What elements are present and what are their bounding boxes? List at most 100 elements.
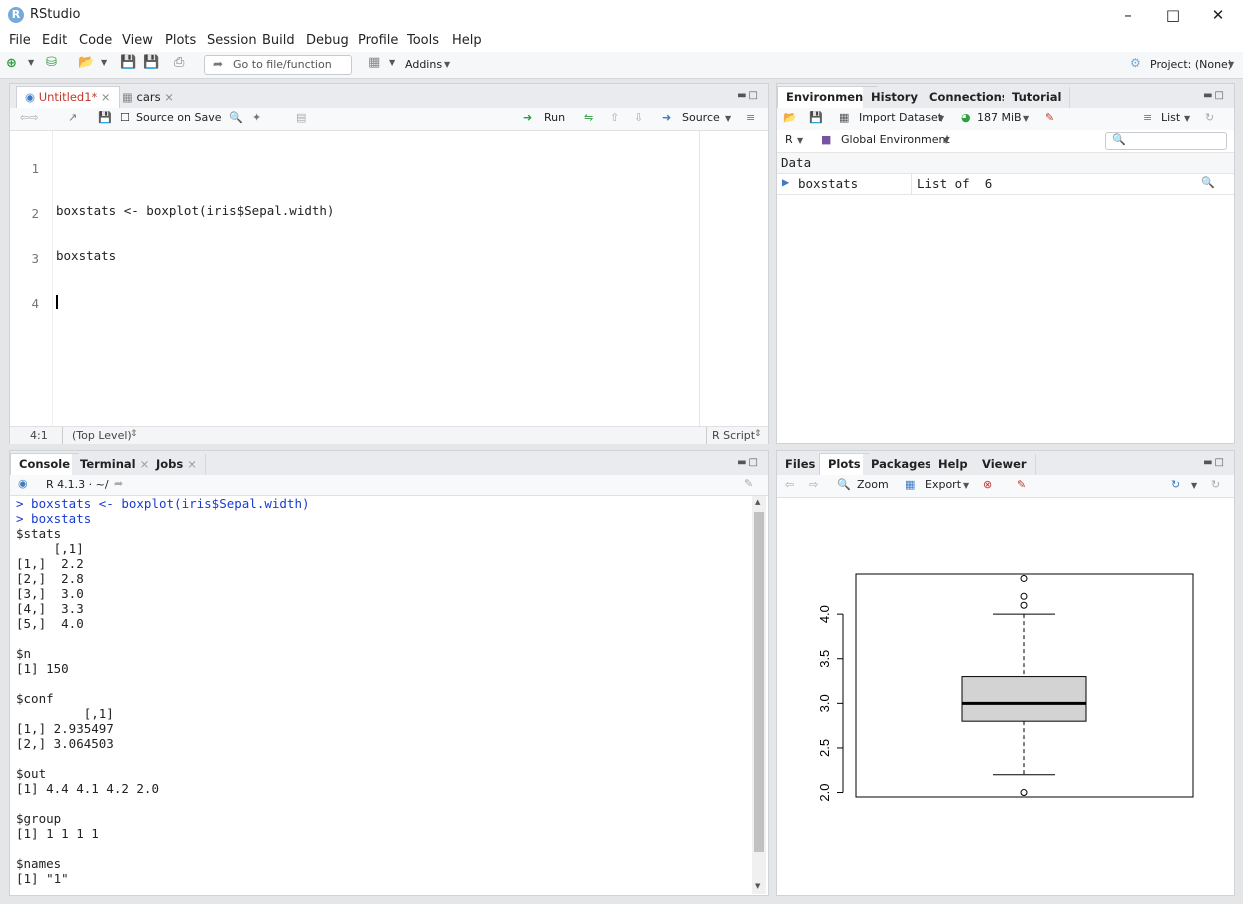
menu-session[interactable]: Session <box>207 33 257 48</box>
view-object-search-icon[interactable]: 🔍 <box>1201 176 1215 189</box>
tab-untitled1[interactable]: ◉ Untitled1* × <box>16 86 120 108</box>
goto-file-input[interactable]: ➦ Go to file/function <box>204 55 352 75</box>
import-dataset-button[interactable]: Import Dataset <box>859 111 942 124</box>
export-dropdown-icon[interactable]: ▼ <box>963 481 969 490</box>
go-down-icon[interactable]: ⇩ <box>634 111 643 124</box>
addins-dropdown-icon[interactable]: ▼ <box>444 60 450 69</box>
menu-help[interactable]: Help <box>452 33 482 48</box>
new-project-icon[interactable]: ⛁ <box>46 55 57 70</box>
language-dropdown-icon[interactable]: ▼ <box>797 136 803 145</box>
publish-icon[interactable]: ↻ <box>1171 478 1180 491</box>
layout-dropdown-icon[interactable]: ▼ <box>389 58 395 67</box>
expand-object-icon[interactable]: ▶ <box>782 175 789 189</box>
zoom-button[interactable]: Zoom <box>857 478 889 491</box>
console-output[interactable]: > boxstats <- boxplot(iris$Sepal.width) >… <box>16 496 746 891</box>
maximize-button[interactable]: □ <box>1158 4 1188 26</box>
source-icon[interactable]: ➜ <box>662 111 671 124</box>
new-file-icon[interactable]: ⊕ <box>6 56 17 71</box>
addins-menu[interactable]: Addins <box>405 58 442 71</box>
scope-dropdown-icon[interactable]: ▼ <box>943 136 949 145</box>
scrollbar-thumb[interactable] <box>754 512 764 852</box>
scope-select[interactable]: Global Environment <box>841 133 950 146</box>
run-button[interactable]: Run <box>544 111 565 124</box>
open-file-dropdown-icon[interactable]: ▼ <box>101 58 107 67</box>
save-icon[interactable]: 💾 <box>98 111 112 124</box>
menu-plots[interactable]: Plots <box>165 33 196 48</box>
load-workspace-icon[interactable]: 📂 <box>783 111 797 124</box>
compile-report-icon[interactable]: ▤ <box>296 111 306 124</box>
save-icon[interactable]: 💾 <box>120 55 136 70</box>
tab-jobs[interactable]: Jobs × <box>148 454 206 475</box>
import-dropdown-icon[interactable]: ▼ <box>938 114 944 123</box>
memory-usage[interactable]: 187 MiB <box>977 111 1022 124</box>
tab-cars[interactable]: ▦ cars × <box>114 87 182 108</box>
scope-label[interactable]: (Top Level) <box>72 429 132 442</box>
menu-file[interactable]: File <box>9 33 31 48</box>
close-button[interactable]: ✕ <box>1203 4 1233 26</box>
close-tab-icon[interactable]: × <box>164 90 174 104</box>
go-to-directory-icon[interactable]: ➦ <box>114 477 123 490</box>
tab-tutorial[interactable]: Tutorial <box>1004 87 1071 108</box>
remove-plot-icon[interactable]: ⊗ <box>983 478 992 491</box>
print-icon[interactable]: ⎙ <box>174 55 184 70</box>
scope-updown-icon[interactable]: ⇕ <box>130 429 138 439</box>
show-in-window-icon[interactable]: ↗ <box>68 111 77 124</box>
refresh-icon[interactable]: ↻ <box>1205 111 1214 124</box>
source-dropdown-icon[interactable]: ▼ <box>725 114 731 123</box>
menu-view[interactable]: View <box>122 33 153 48</box>
tab-history[interactable]: History <box>863 87 927 108</box>
clear-plots-broom-icon[interactable]: ✎ <box>1017 478 1026 491</box>
pane-minmax-icon[interactable]: ▬□ <box>737 90 760 101</box>
save-all-icon[interactable]: 💾 <box>143 55 159 70</box>
file-type-updown-icon[interactable]: ⇕ <box>754 429 762 439</box>
scroll-up-icon[interactable]: ▲ <box>755 498 760 506</box>
pane-minmax-icon[interactable]: ▬□ <box>1203 457 1226 468</box>
go-up-icon[interactable]: ⇧ <box>610 111 619 124</box>
view-mode-select[interactable]: List <box>1161 111 1180 124</box>
back-arrow-icon[interactable]: ⇦⇨ <box>20 111 38 124</box>
outline-icon[interactable]: ≡ <box>746 111 755 124</box>
menu-tools[interactable]: Tools <box>407 33 439 48</box>
environment-row[interactable]: ▶ boxstats List of 6 🔍 <box>777 174 1234 195</box>
close-tab-icon[interactable]: × <box>187 457 197 471</box>
clear-objects-broom-icon[interactable]: ✎ <box>1045 111 1054 124</box>
code-editor[interactable]: boxstats <- boxplot(iris$Sepal.width) bo… <box>56 128 334 338</box>
close-tab-icon[interactable]: × <box>101 90 111 104</box>
minimize-button[interactable]: – <box>1113 4 1143 26</box>
tab-viewer[interactable]: Viewer <box>974 454 1036 475</box>
menu-profile[interactable]: Profile <box>358 33 398 48</box>
environment-search-input[interactable]: 🔍 <box>1105 132 1227 150</box>
export-button[interactable]: Export <box>925 478 961 491</box>
tab-files[interactable]: Files <box>777 454 825 475</box>
language-select[interactable]: R <box>785 133 793 146</box>
project-menu[interactable]: Project: (None) <box>1150 58 1232 71</box>
memory-dropdown-icon[interactable]: ▼ <box>1023 114 1029 123</box>
source-on-save-checkbox[interactable]: ☐ <box>120 111 130 124</box>
layout-grid-icon[interactable]: ▦ <box>368 55 380 70</box>
clear-console-icon[interactable]: ✎ <box>744 477 753 490</box>
pane-minmax-icon[interactable]: ▬□ <box>1203 90 1226 101</box>
refresh-plot-icon[interactable]: ↻ <box>1211 478 1220 491</box>
menu-edit[interactable]: Edit <box>42 33 67 48</box>
previous-plot-icon[interactable]: ⇦ <box>785 478 794 491</box>
console-scrollbar[interactable]: ▲ ▼ <box>752 496 766 894</box>
next-plot-icon[interactable]: ⇨ <box>809 478 818 491</box>
menu-code[interactable]: Code <box>79 33 112 48</box>
pane-minmax-icon[interactable]: ▬□ <box>737 457 760 468</box>
menu-build[interactable]: Build <box>262 33 295 48</box>
tab-help[interactable]: Help <box>930 454 977 475</box>
scroll-down-icon[interactable]: ▼ <box>755 882 760 890</box>
tab-terminal[interactable]: Terminal × <box>72 454 159 475</box>
open-file-icon[interactable]: 📂 <box>78 55 94 70</box>
new-file-dropdown-icon[interactable]: ▼ <box>28 58 34 67</box>
code-tools-icon[interactable]: ✦ <box>252 111 261 124</box>
publish-dropdown-icon[interactable]: ▼ <box>1191 481 1197 490</box>
rerun-icon[interactable]: ⇋ <box>584 111 593 124</box>
tab-console[interactable]: Console <box>10 453 80 475</box>
file-type-label[interactable]: R Script <box>712 429 755 442</box>
source-button[interactable]: Source <box>682 111 720 124</box>
view-mode-dropdown-icon[interactable]: ▼ <box>1184 114 1190 123</box>
project-dropdown-icon[interactable]: ▼ <box>1228 60 1234 69</box>
menu-debug[interactable]: Debug <box>306 33 349 48</box>
save-workspace-icon[interactable]: 💾 <box>809 111 823 124</box>
